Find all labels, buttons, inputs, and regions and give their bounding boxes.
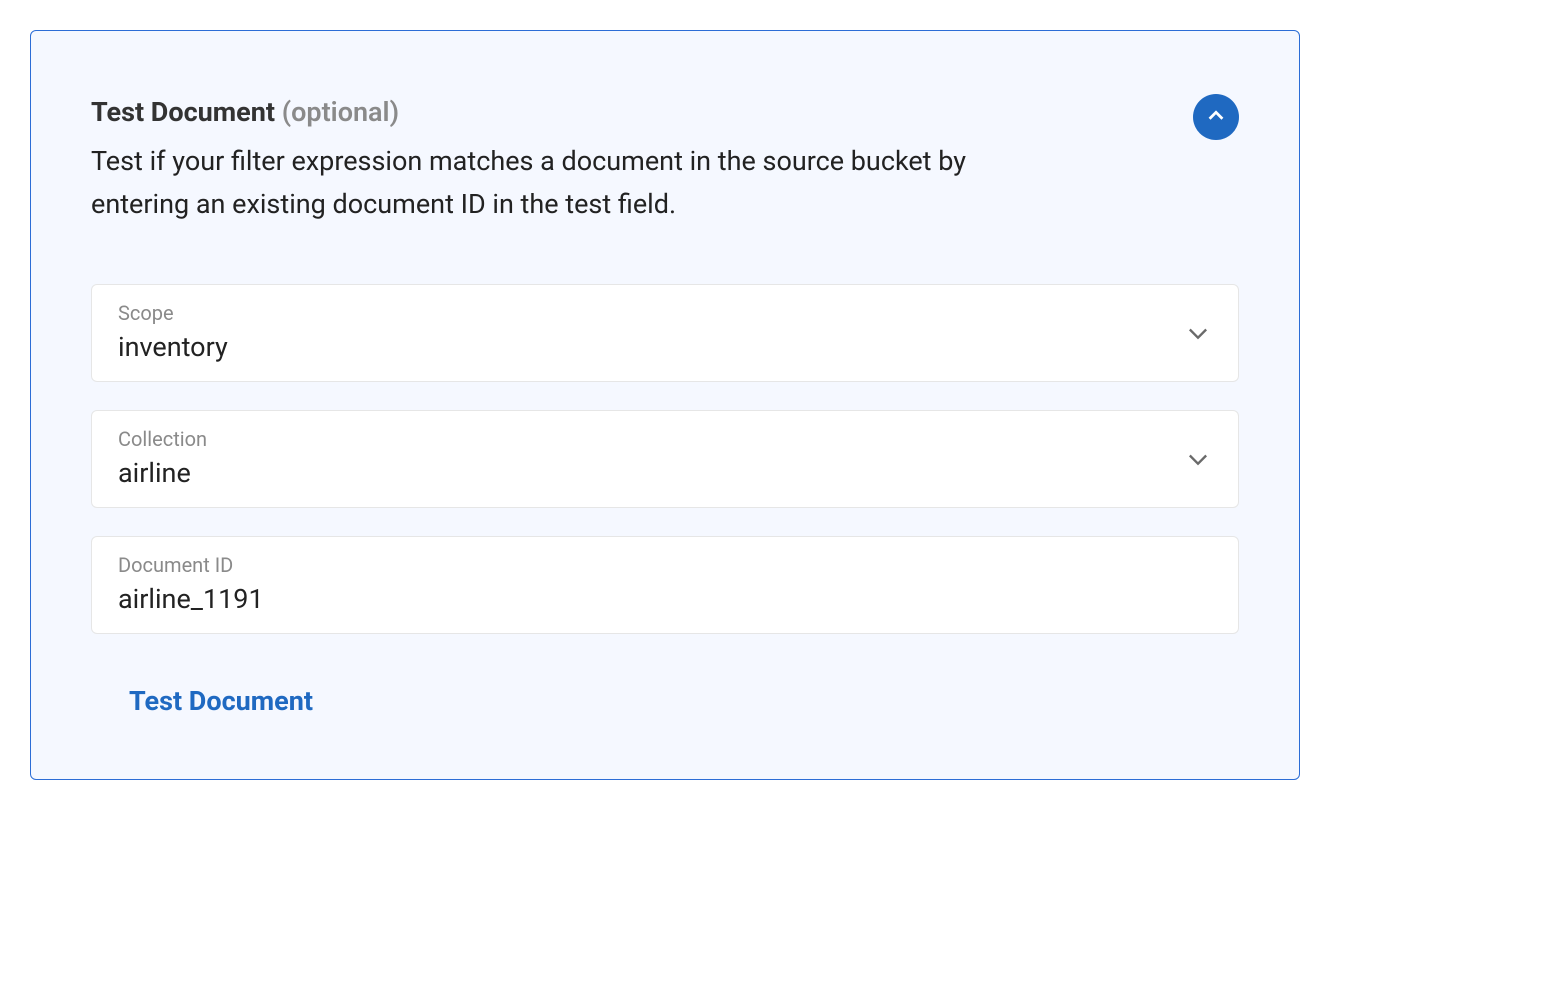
panel-header: Test Document (optional) Test if your fi… [91,96,1239,226]
panel-description: Test if your filter expression matches a… [91,140,1051,226]
scope-value: inventory [118,331,1212,363]
collection-select[interactable]: Collection airline [91,410,1239,508]
chevron-down-icon [1184,319,1212,347]
document-id-label: Document ID [118,553,1212,577]
chevron-up-icon [1205,105,1227,130]
document-id-value: airline_1191 [118,583,1212,615]
document-id-input[interactable]: Document ID airline_1191 [91,536,1239,634]
panel-title-row: Test Document (optional) Test if your fi… [91,96,1193,226]
collapse-button[interactable] [1193,94,1239,140]
test-document-panel: Test Document (optional) Test if your fi… [30,30,1300,780]
form-fields: Scope inventory Collection airline Docum… [91,284,1239,634]
chevron-down-icon [1184,445,1212,473]
scope-label: Scope [118,301,1212,325]
panel-title: Test Document (optional) [91,96,1193,128]
scope-select[interactable]: Scope inventory [91,284,1239,382]
panel-title-text: Test Document [91,96,275,128]
collection-value: airline [118,457,1212,489]
collection-label: Collection [118,427,1212,451]
test-document-button[interactable]: Test Document [129,678,313,724]
panel-optional-label: (optional) [282,96,399,128]
